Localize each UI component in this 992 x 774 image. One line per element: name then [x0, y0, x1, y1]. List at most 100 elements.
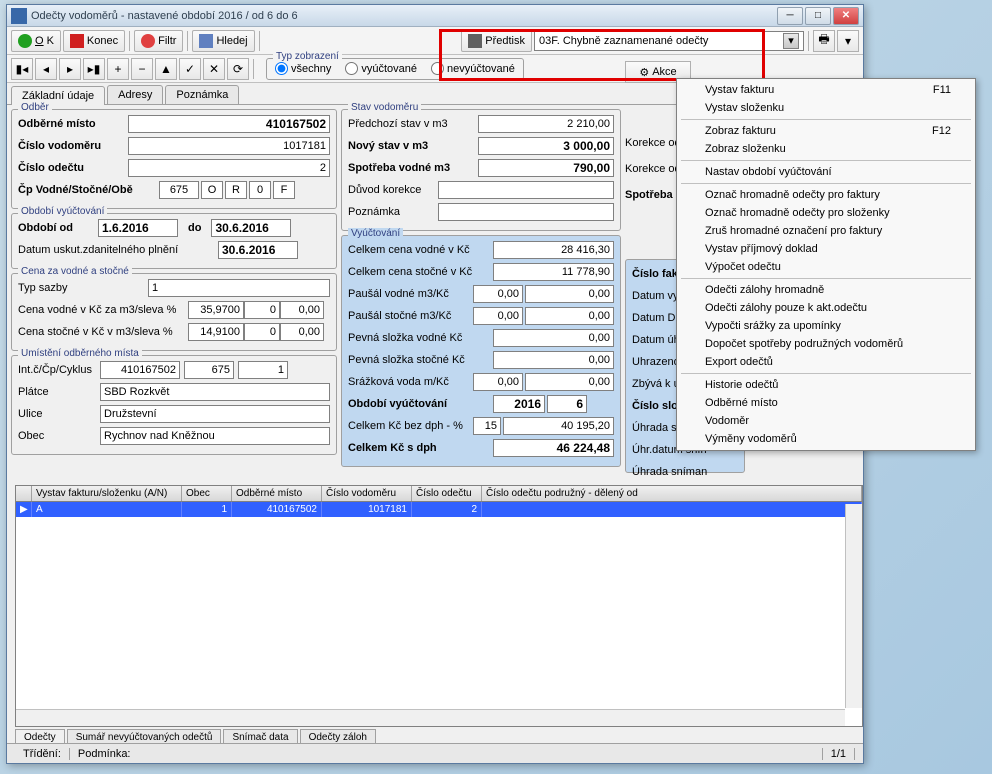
- menu-item[interactable]: Nastav období vyúčtování: [677, 163, 975, 181]
- predtisk-combo[interactable]: 03F. Chybně zaznamenané odečty ▾: [534, 31, 804, 51]
- reload-button[interactable]: ⟳: [227, 58, 249, 80]
- prev-button[interactable]: ◂: [35, 58, 57, 80]
- filtr-button[interactable]: Filtr: [134, 30, 183, 52]
- cena-vodne-field[interactable]: 35,9700: [188, 301, 244, 319]
- obd-rok-field[interactable]: 2016: [493, 395, 545, 413]
- ulice-field[interactable]: Družstevní: [100, 405, 330, 423]
- cislo-vodomeru-field[interactable]: 1017181: [128, 137, 330, 155]
- data-grid[interactable]: Vystav fakturu/složenku (A/N) Obec Odběr…: [15, 485, 863, 727]
- pevna-vodne-field[interactable]: 0,00: [493, 329, 614, 347]
- novy-stav-field[interactable]: 3 000,00: [478, 137, 614, 155]
- obdobi-od-field[interactable]: 1.6.2016: [98, 219, 178, 237]
- add-button[interactable]: +: [107, 58, 129, 80]
- menu-item[interactable]: Vystav fakturuF11: [677, 81, 975, 99]
- vsn4-field[interactable]: F: [273, 181, 295, 199]
- vsn2-field[interactable]: R: [225, 181, 247, 199]
- typ-sazby-field[interactable]: 1: [148, 279, 330, 297]
- pausal-vodne-kc[interactable]: 0,00: [525, 285, 614, 303]
- menu-item[interactable]: Vystav příjmový doklad: [677, 240, 975, 258]
- next-button[interactable]: ▸: [59, 58, 81, 80]
- platce-field[interactable]: SBD Rozkvět: [100, 383, 330, 401]
- close-button[interactable]: ✕: [833, 7, 859, 25]
- remove-button[interactable]: −: [131, 58, 153, 80]
- datum-plneni-field[interactable]: 30.6.2016: [218, 241, 298, 259]
- grid-col-marker[interactable]: [16, 486, 32, 501]
- menu-item[interactable]: Výpočet odečtu: [677, 258, 975, 276]
- menu-item[interactable]: Vystav složenku: [677, 99, 975, 117]
- pausal-stocne-m3[interactable]: 0,00: [473, 307, 523, 325]
- grid-col-cislovod[interactable]: Číslo vodoměru: [322, 486, 412, 501]
- tab-poznamka[interactable]: Poznámka: [165, 85, 239, 104]
- dph-pct-field[interactable]: 15: [473, 417, 501, 435]
- bez-dph-field[interactable]: 40 195,20: [503, 417, 614, 435]
- grid-col-odbmisto[interactable]: Odběrné místo: [232, 486, 322, 501]
- duvod-field[interactable]: [438, 181, 614, 199]
- obdobi-do-field[interactable]: 30.6.2016: [211, 219, 291, 237]
- vsn1-field[interactable]: O: [201, 181, 223, 199]
- predchozi-stav-field[interactable]: 2 210,00: [478, 115, 614, 133]
- menu-item[interactable]: Dopočet spotřeby podružných vodoměrů: [677, 335, 975, 353]
- maximize-button[interactable]: □: [805, 7, 831, 25]
- menu-item[interactable]: Zobraz složenku: [677, 140, 975, 158]
- menu-item[interactable]: Zobraz fakturuF12: [677, 122, 975, 140]
- menu-item[interactable]: Export odečtů: [677, 353, 975, 371]
- menu-item[interactable]: Zruš hromadné označení pro faktury: [677, 222, 975, 240]
- hledej-button[interactable]: Hledej: [192, 30, 254, 52]
- konec-button[interactable]: Konec: [63, 30, 125, 52]
- print-menu-button[interactable]: 🖶: [813, 30, 835, 52]
- grid-col-cisloode[interactable]: Číslo odečtu: [412, 486, 482, 501]
- grid-scroll-v[interactable]: [845, 504, 862, 708]
- menu-item[interactable]: Odečti zálohy hromadně: [677, 281, 975, 299]
- grid-col-obec[interactable]: Obec: [182, 486, 232, 501]
- srazkova-kc-field[interactable]: 0,00: [525, 373, 614, 391]
- pausal-stocne-kc[interactable]: 0,00: [525, 307, 614, 325]
- intc-field[interactable]: 410167502: [100, 361, 180, 379]
- menu-item[interactable]: Označ hromadně odečty pro složenky: [677, 204, 975, 222]
- menu-item[interactable]: Odběrné místo: [677, 394, 975, 412]
- s-dph-field[interactable]: 46 224,48: [493, 439, 614, 457]
- minimize-button[interactable]: ─: [777, 7, 803, 25]
- stocne-kc-field[interactable]: 0,00: [280, 323, 324, 341]
- spotreba-field[interactable]: 790,00: [478, 159, 614, 177]
- pevna-stocne-field[interactable]: 0,00: [493, 351, 614, 369]
- tab-adresy[interactable]: Adresy: [107, 85, 163, 104]
- radio-vyuctovane[interactable]: vyúčtované: [345, 62, 417, 75]
- edit-button[interactable]: ▲: [155, 58, 177, 80]
- radio-vsechny[interactable]: všechny: [275, 62, 331, 75]
- cena-stocne-field[interactable]: 14,9100: [188, 323, 244, 341]
- cislo-odectu-field[interactable]: 2: [128, 159, 330, 177]
- cancel-edit-button[interactable]: ✕: [203, 58, 225, 80]
- cena-vodne-kc-field[interactable]: 28 416,30: [493, 241, 614, 259]
- sleva-stocne-field[interactable]: 0: [244, 323, 280, 341]
- last-button[interactable]: ▸▮: [83, 58, 105, 80]
- grid-scroll-h[interactable]: [16, 709, 845, 726]
- srazkova-m-field[interactable]: 0,00: [473, 373, 523, 391]
- cena-stocne-kc-field[interactable]: 11 778,90: [493, 263, 614, 281]
- odberne-misto-field[interactable]: 410167502: [128, 115, 330, 133]
- cp2-field[interactable]: 675: [184, 361, 234, 379]
- grid-col-vystav[interactable]: Vystav fakturu/složenku (A/N): [32, 486, 182, 501]
- predtisk-button[interactable]: Předtisk: [461, 30, 532, 52]
- menu-item[interactable]: Vodoměr: [677, 412, 975, 430]
- obd-mes-field[interactable]: 6: [547, 395, 587, 413]
- grid-col-podruzny[interactable]: Číslo odečtu podružný - dělený od: [482, 486, 862, 501]
- pausal-vodne-m3[interactable]: 0,00: [473, 285, 523, 303]
- print-dropdown[interactable]: ▾: [837, 30, 859, 52]
- confirm-button[interactable]: ✓: [179, 58, 201, 80]
- vodne-kc-field[interactable]: 0,00: [280, 301, 324, 319]
- radio-nevyuctovane[interactable]: nevyúčtované: [431, 62, 515, 75]
- cp-field[interactable]: 675: [159, 181, 199, 199]
- menu-item[interactable]: Odečti zálohy pouze k akt.odečtu: [677, 299, 975, 317]
- poznamka-field[interactable]: [438, 203, 614, 221]
- cyklus-field[interactable]: 1: [238, 361, 288, 379]
- first-button[interactable]: ▮◂: [11, 58, 33, 80]
- vsn3-field[interactable]: 0: [249, 181, 271, 199]
- obec-field[interactable]: Rychnov nad Kněžnou: [100, 427, 330, 445]
- menu-item[interactable]: Vypočti srážky za upomínky: [677, 317, 975, 335]
- ok-button[interactable]: OOKK: [11, 30, 61, 52]
- chevron-down-icon[interactable]: ▾: [783, 33, 799, 49]
- menu-item[interactable]: Označ hromadně odečty pro faktury: [677, 186, 975, 204]
- sleva-vodne-field[interactable]: 0: [244, 301, 280, 319]
- menu-item[interactable]: Historie odečtů: [677, 376, 975, 394]
- table-row[interactable]: ▶ A 1 410167502 1017181 2: [16, 502, 862, 517]
